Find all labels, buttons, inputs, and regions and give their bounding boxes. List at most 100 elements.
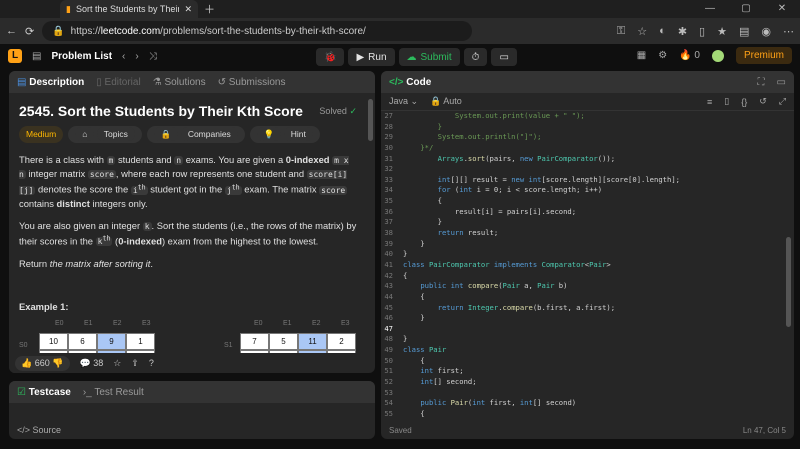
thumbs-down-icon[interactable]: 👎 (52, 358, 63, 368)
star-icon[interactable]: ☆ (637, 25, 647, 38)
next-problem-icon[interactable]: › (135, 51, 138, 62)
fullscreen-icon[interactable]: ⤢ (779, 96, 786, 107)
code-token: compare (467, 281, 499, 291)
code-line[interactable]: 42 { (381, 271, 786, 282)
code-line[interactable]: 49 class Pair (381, 345, 786, 356)
refresh-icon[interactable]: ⟳ (25, 25, 34, 38)
profile-icon[interactable]: ◉ (761, 25, 771, 38)
code-line[interactable]: 48} (381, 334, 786, 345)
back-icon[interactable]: ← (6, 25, 17, 37)
leetcode-logo-icon[interactable]: L (8, 49, 22, 63)
code-line[interactable]: 53 (381, 388, 786, 399)
source-link[interactable]: </> Source (17, 425, 61, 435)
collapse-icon[interactable]: ▭ (777, 77, 786, 88)
code-line[interactable]: 31 Arrays. sort (pairs, new PairComparator… (381, 154, 786, 165)
note-icon[interactable]: ▭ (491, 48, 517, 66)
bookmark-icon[interactable]: ▯ (724, 96, 729, 107)
run-button[interactable]: ▶ Run (348, 48, 395, 66)
window-close-icon[interactable]: ✕ (764, 0, 800, 18)
code-line[interactable]: 27 System.out.print(value + " "); (381, 111, 786, 122)
tab-testcase[interactable]: ☑ Testcase (17, 387, 71, 398)
line-number: 34 (384, 185, 393, 195)
matrix-cell: 9 (97, 333, 126, 351)
code-line[interactable]: 41 class PairComparator implements Compar… (381, 260, 786, 271)
code-line[interactable]: 33 int[][] result = new int [score.length… (381, 175, 786, 186)
code-line[interactable]: 35 { (381, 196, 786, 207)
debug-button[interactable]: 🐞 (316, 48, 345, 66)
code-line[interactable]: 55 { (381, 409, 786, 420)
code-token: first; (433, 366, 464, 376)
code-line[interactable]: 40} (381, 249, 786, 260)
new-tab-icon[interactable]: ＋ (204, 1, 215, 17)
companies-label: Companies (180, 127, 238, 141)
share-icon[interactable]: ⇪ (131, 358, 139, 369)
premium-button[interactable]: Premium (735, 47, 792, 64)
streak-counter[interactable]: 🔥 0 (679, 50, 700, 61)
favorite-star-icon[interactable]: ☆ (113, 358, 121, 369)
help-icon[interactable]: ? (149, 358, 154, 368)
code-line[interactable]: 32 (381, 164, 786, 175)
code-line[interactable]: 52 int[] second; (381, 377, 786, 388)
code-line[interactable]: 28 } (381, 122, 786, 133)
favorites-icon[interactable]: ★ (717, 25, 727, 38)
layout-icon[interactable]: ▦ (637, 50, 646, 61)
collections-icon[interactable]: ▤ (739, 25, 749, 38)
code-line[interactable]: 37 } (381, 217, 786, 228)
menu-icon[interactable]: ⋯ (783, 25, 794, 38)
list-icon[interactable]: ▤ (32, 51, 41, 62)
url-path: /problems/sort-the-students-by-their-kth… (160, 25, 366, 37)
browser-tab[interactable]: ▮ Sort the Students by Their Kth Sc ✕ (60, 0, 198, 18)
key-icon[interactable]: ⚿ (617, 25, 625, 38)
url-field[interactable]: 🔒 https://leetcode.com/problems/sort-the… (42, 21, 473, 41)
code-line[interactable]: 38 return result; (381, 228, 786, 239)
problem-list-link[interactable]: Problem List (51, 51, 112, 62)
tab-solutions[interactable]: ⚗ Solutions (153, 77, 206, 88)
code-editor[interactable]: 27 System.out.print(value + " "); 28 } 29 … (381, 111, 786, 421)
like-button[interactable]: 👍 660 👎 (15, 355, 70, 371)
comment-icon: 💬 (79, 357, 91, 368)
format-icon[interactable]: ≡ (707, 97, 712, 107)
code-line[interactable]: 34 for (int i = 0; i < score.length; i++… (381, 185, 786, 196)
tab-test-result[interactable]: ›_ Test Result (83, 387, 144, 398)
braces-icon[interactable]: {} (741, 97, 747, 107)
code-line[interactable]: 47 (381, 324, 786, 335)
avatar[interactable] (711, 49, 724, 62)
language-select[interactable]: Java ⌄ (389, 96, 418, 107)
code-line[interactable]: 43 public int compare(Pair a, Pair b) (381, 281, 786, 292)
reset-icon[interactable]: ↺ (759, 96, 767, 107)
maximize-icon[interactable]: ▢ (728, 0, 764, 18)
prev-problem-icon[interactable]: ‹ (122, 51, 125, 62)
extension-icon[interactable]: ◐ (659, 25, 666, 37)
settings-gear-icon[interactable]: ⚙ (658, 50, 667, 61)
submit-button[interactable]: ☁ Submit (398, 48, 460, 66)
code-line[interactable]: 50 { (381, 356, 786, 367)
editor-scrollbar[interactable] (786, 237, 791, 327)
code-line[interactable]: 51 int first; (381, 366, 786, 377)
minimize-icon[interactable]: — (692, 0, 728, 18)
tab-description[interactable]: ▤ Description (17, 77, 84, 88)
code-line[interactable]: 30 }*/ (381, 143, 786, 154)
code-line[interactable]: 45 return Integer. compare (b.first, a.fir… (381, 303, 786, 314)
description-scrollbar[interactable] (368, 99, 373, 141)
auto-mode[interactable]: 🔒 Auto (430, 96, 462, 107)
code-line[interactable]: 54 public Pair(int first, int[] second) (381, 398, 786, 409)
shuffle-icon[interactable]: ⤨ (149, 51, 157, 62)
code-line[interactable]: 44 { (381, 292, 786, 303)
tab-submissions[interactable]: ↺ Submissions (218, 77, 286, 88)
problem-title[interactable]: 2545. Sort the Students by Their Kth Sco… (19, 104, 303, 118)
split-icon[interactable]: ▯ (699, 25, 705, 38)
code-line[interactable]: 36 result[i] = pairs[i].second; (381, 207, 786, 218)
timer-icon[interactable]: ⏱ (463, 48, 488, 66)
close-icon[interactable]: ✕ (184, 4, 192, 15)
lock-icon: 🔒 (153, 127, 179, 141)
puzzle-icon[interactable]: ✱ (678, 25, 687, 38)
companies-tag[interactable]: 🔒 Companies (146, 126, 245, 143)
comments-button[interactable]: 💬 38 (80, 358, 104, 369)
tab-editorial[interactable]: ▯ Editorial (96, 77, 140, 88)
expand-icon[interactable]: ⛶ (758, 77, 765, 88)
hint-tag[interactable]: 💡 Hint (249, 126, 320, 143)
code-line[interactable]: 46 } (381, 313, 786, 324)
topics-tag[interactable]: ⌂ Topics (68, 126, 142, 143)
code-line[interactable]: 39 } (381, 239, 786, 250)
code-line[interactable]: 29 System.out.println("]"); (381, 132, 786, 143)
